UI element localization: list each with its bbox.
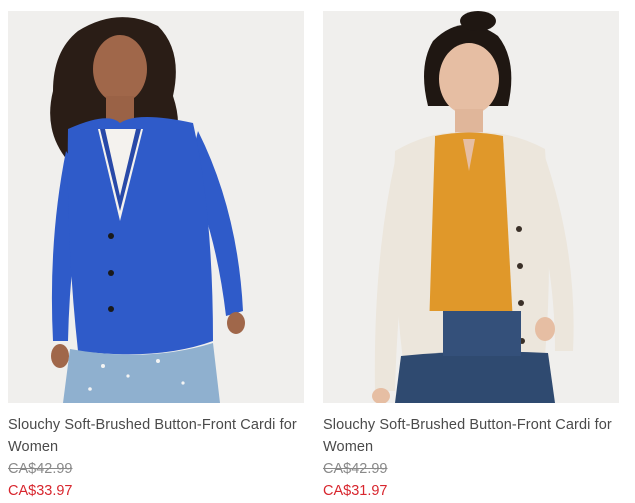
original-price: CA$42.99 — [8, 461, 73, 477]
sale-price: CA$33.97 — [8, 483, 73, 499]
product-grid: Slouchy Soft-Brushed Button-Front Cardi … — [0, 0, 635, 503]
product-image[interactable] — [8, 11, 304, 403]
product-image[interactable] — [323, 11, 619, 403]
product-title[interactable]: Slouchy Soft-Brushed Button-Front Cardi … — [8, 414, 304, 458]
product-card[interactable]: Slouchy Soft-Brushed Button-Front Cardi … — [323, 11, 619, 502]
original-price: CA$42.99 — [323, 461, 388, 477]
sale-price: CA$31.97 — [323, 483, 388, 499]
product-card[interactable]: Slouchy Soft-Brushed Button-Front Cardi … — [8, 11, 304, 502]
product-title[interactable]: Slouchy Soft-Brushed Button-Front Cardi … — [323, 414, 619, 458]
